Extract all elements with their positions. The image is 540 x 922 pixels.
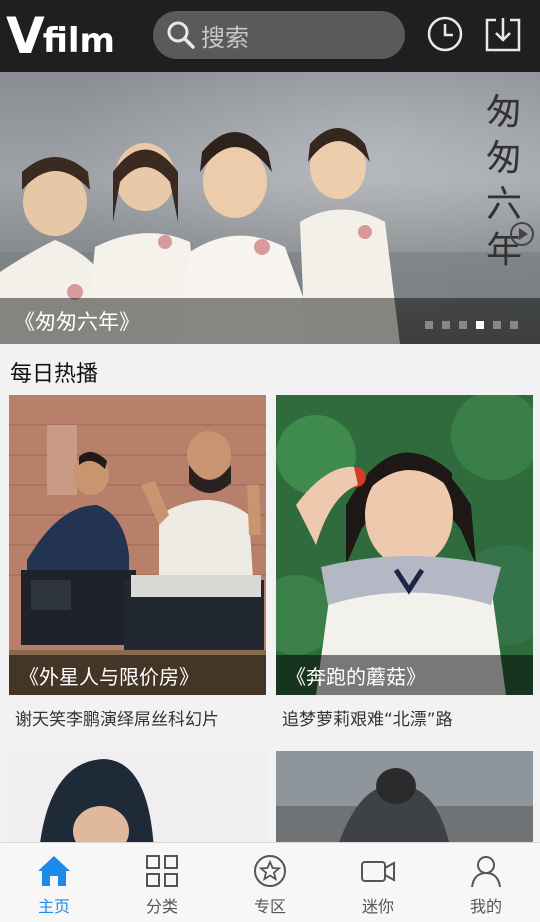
card-caption-bar: 《奔跑的蘑菇》 (276, 655, 533, 695)
video-card[interactable]: 《外星人与限价房》 谢天笑李鹏演绎屌丝科幻片 (9, 395, 266, 739)
vertical-title-char: 匆 (485, 138, 522, 179)
video-thumbnail[interactable]: 《外星人与限价房》 (9, 395, 266, 695)
video-card[interactable]: 《奔跑的蘑菇》 追梦萝莉艰难“北漂”路 (276, 395, 533, 739)
carousel-dot[interactable] (493, 321, 501, 329)
home-icon (38, 856, 70, 886)
banner-caption: 《匆匆六年》 (14, 310, 140, 334)
card-description: 谢天笑李鹏演绎屌丝科幻片 (15, 709, 219, 730)
nav-item-home[interactable]: 主页 (0, 843, 108, 922)
nav-label: 我的 (469, 897, 502, 916)
card-caption: 《奔跑的蘑菇》 (286, 664, 426, 689)
carousel-dot[interactable] (425, 321, 433, 329)
carousel-dot[interactable] (442, 321, 450, 329)
thumbnail-image-1 (9, 395, 266, 695)
vertical-title-char: 匆 (485, 92, 522, 133)
card-caption: 《外星人与限价房》 (19, 664, 199, 689)
nav-item-mini[interactable]: 迷你 (324, 843, 432, 922)
video-camera-icon (361, 861, 395, 882)
vfilm-logo[interactable]: V film (6, 6, 115, 66)
video-card[interactable] (9, 751, 266, 851)
search-icon (167, 21, 195, 49)
banner-vertical-title: 匆 匆 六 年 (482, 90, 526, 274)
nav-item-category[interactable]: 分类 (108, 843, 216, 922)
play-icon (510, 222, 534, 246)
star-circle-icon (254, 855, 286, 887)
logo-letter-v: V (6, 7, 45, 65)
carousel-dot[interactable] (510, 321, 518, 329)
carousel-dot-active[interactable] (476, 321, 484, 329)
carousel-indicator (425, 321, 518, 329)
grid-icon (146, 855, 178, 887)
logo-text-film: film (42, 21, 115, 61)
featured-banner[interactable]: 匆 匆 六 年 《匆匆六年》 (0, 72, 540, 344)
section-title: 每日热播 (10, 362, 99, 387)
carousel-dot[interactable] (459, 321, 467, 329)
thumbnail-image-2 (276, 395, 533, 695)
user-icon (471, 856, 501, 888)
clock-icon[interactable] (425, 14, 465, 54)
bottom-nav: 主页 分类 专区 迷你 我的 (0, 842, 540, 922)
app-screen: V film 搜索 匆 匆 六 年 《匆匆六年》 每日热播 《外星人与限价房》 … (0, 0, 540, 922)
nav-label: 迷你 (361, 897, 394, 916)
video-thumbnail (9, 751, 266, 851)
card-description: 追梦萝莉艰难“北漂”路 (282, 709, 453, 730)
vertical-title-char: 六 (485, 184, 522, 225)
card-caption-bar: 《外星人与限价房》 (9, 655, 266, 695)
search-input[interactable]: 搜索 (153, 11, 405, 59)
nav-item-mine[interactable]: 我的 (432, 843, 540, 922)
search-placeholder: 搜索 (201, 23, 249, 52)
download-icon[interactable] (483, 14, 523, 54)
nav-label: 主页 (37, 897, 70, 916)
nav-item-zone[interactable]: 专区 (216, 843, 324, 922)
video-thumbnail[interactable]: 《奔跑的蘑菇》 (276, 395, 533, 695)
nav-label: 分类 (145, 897, 178, 916)
video-thumbnail (276, 751, 533, 851)
top-bar: V film 搜索 (0, 0, 540, 72)
nav-label: 专区 (253, 897, 286, 916)
video-card[interactable] (276, 751, 533, 851)
